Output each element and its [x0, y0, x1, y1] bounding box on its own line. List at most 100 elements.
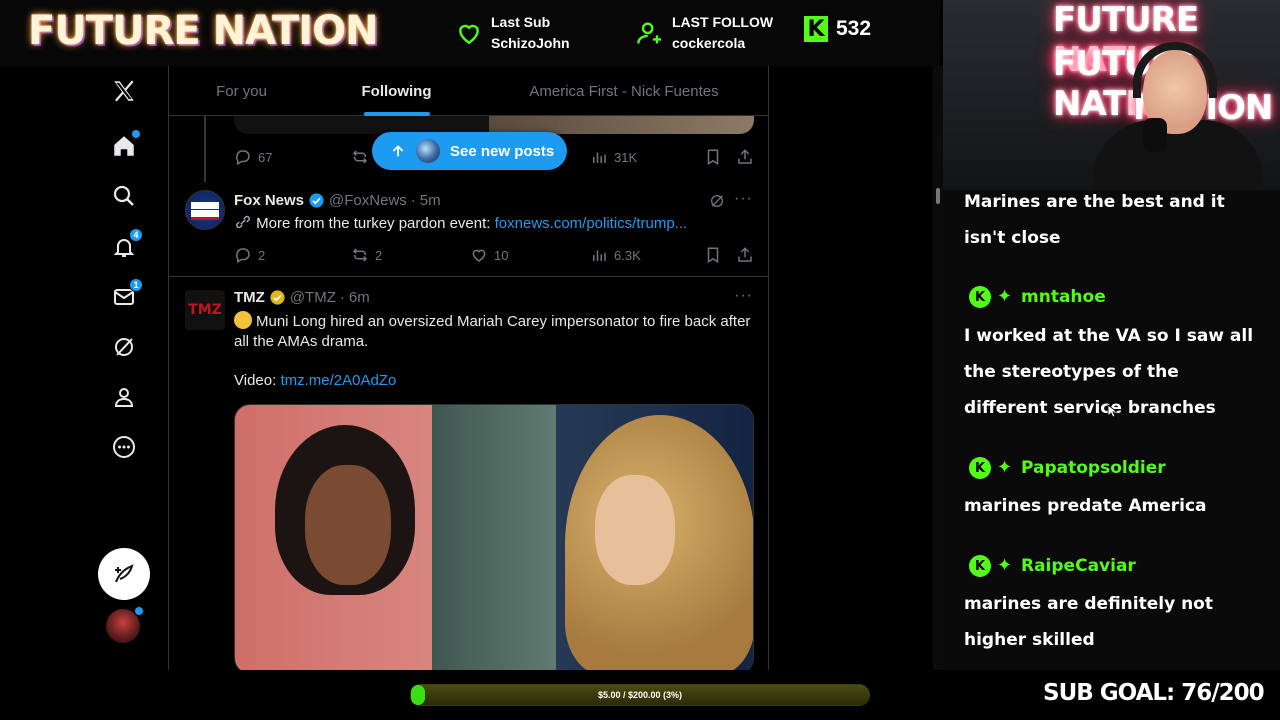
notifications-icon[interactable]: 4: [111, 228, 143, 260]
last-sub-name: SchizoJohn: [491, 35, 570, 51]
post-header: TMZ @TMZ · 6m: [234, 289, 370, 306]
author-handle[interactable]: @TMZ: [290, 289, 336, 306]
tmz-avatar[interactable]: TMZ: [185, 290, 225, 330]
kick-logo-icon: K: [804, 16, 828, 42]
post-divider: [169, 276, 768, 277]
reply-button[interactable]: 2: [234, 246, 265, 264]
last-follow-alert: LAST FOLLOW cockercola: [636, 12, 773, 54]
repost-icon: [352, 248, 368, 262]
bookmark-icon: [707, 247, 719, 264]
chat-message-text: marines predate America: [964, 496, 1207, 516]
new-posts-avatar: [414, 137, 442, 165]
link-icon: [236, 215, 250, 229]
see-new-posts-button[interactable]: See new posts: [372, 132, 567, 170]
like-count: 10: [494, 247, 509, 263]
sparkle-badge-icon: ✦: [997, 555, 1013, 576]
verified-gold-badge-icon: [270, 290, 285, 305]
scrollbar[interactable]: [933, 66, 943, 670]
repost-icon: [352, 150, 368, 164]
grok-explain-icon[interactable]: [709, 193, 725, 209]
messages-icon[interactable]: 1: [111, 278, 143, 310]
kick-badge-icon: K: [969, 286, 991, 308]
post-button[interactable]: [98, 548, 150, 600]
meta-separator: ·: [410, 192, 416, 209]
scrollbar-thumb[interactable]: [936, 188, 940, 204]
tab-following[interactable]: Following: [314, 66, 479, 116]
reply-count: 2: [258, 247, 266, 263]
repost-button[interactable]: 2: [351, 246, 382, 264]
chat-username[interactable]: Papatopsoldier: [1021, 458, 1166, 478]
grimace-emoji-icon: [234, 311, 252, 329]
webcam-feed: FUTURE NATION FUTURE NATION NATION: [943, 0, 1280, 190]
post-more-button[interactable]: ···: [734, 287, 753, 305]
meta-separator: ·: [339, 289, 345, 306]
post-text: Muni Long hired an oversized Mariah Care…: [234, 311, 754, 352]
tab-for-you[interactable]: For you: [169, 66, 314, 116]
arrow-up-icon: [392, 145, 404, 157]
search-icon[interactable]: [111, 183, 137, 209]
bookmark-icon: [707, 149, 719, 166]
donation-goal-bar: $5.00 / $200.00 (3%): [410, 684, 870, 706]
video-label: Video:: [234, 372, 281, 389]
kick-count-value: 532: [836, 17, 872, 40]
views-count: 31K: [614, 149, 638, 165]
heart-icon: [472, 249, 486, 262]
messages-badge: 1: [129, 278, 143, 292]
post-body: More from the turkey pardon event:: [256, 215, 495, 232]
views-count: 6.3K: [614, 247, 641, 263]
sub-goal-label: SUB GOAL: 76/200: [1043, 680, 1265, 706]
chat-username-row: K ✦ mntahoe: [969, 286, 1106, 308]
repost-button[interactable]: [351, 148, 369, 166]
reply-count: 67: [258, 149, 273, 165]
post-body: Muni Long hired an oversized Mariah Care…: [234, 313, 751, 350]
post-time[interactable]: 5m: [420, 192, 441, 209]
views-stat[interactable]: 31K: [590, 148, 637, 166]
chat-username[interactable]: RaipeCaviar: [1021, 556, 1136, 576]
chat-username[interactable]: mntahoe: [1021, 287, 1106, 307]
profile-icon[interactable]: [111, 384, 137, 410]
post-media-image[interactable]: [234, 404, 754, 670]
tab-america-first[interactable]: America First - Nick Fuentes: [479, 66, 768, 116]
timeline-tabs: For you Following America First - Nick F…: [169, 66, 768, 116]
post-link[interactable]: tmz.me/2A0AdZo: [280, 372, 396, 389]
kick-follower-counter: K 532: [804, 16, 871, 42]
repost-count: 2: [375, 247, 383, 263]
account-avatar[interactable]: [106, 609, 140, 643]
share-button[interactable]: [736, 148, 754, 166]
author-handle[interactable]: @FoxNews: [329, 192, 407, 209]
compose-icon: [115, 564, 134, 583]
views-icon: [593, 250, 606, 261]
like-button[interactable]: 10: [470, 246, 508, 264]
post-actions: 2 2 10 6.3K: [234, 246, 754, 266]
see-new-posts-label: See new posts: [450, 142, 555, 160]
kick-badge-icon: K: [969, 457, 991, 479]
post-time[interactable]: 6m: [349, 289, 370, 306]
author-name[interactable]: Fox News: [234, 192, 304, 209]
home-icon[interactable]: [111, 130, 140, 159]
x-right-column: [769, 66, 940, 670]
timeline: For you Following America First - Nick F…: [168, 66, 769, 670]
x-logo-icon[interactable]: [111, 78, 137, 104]
views-stat[interactable]: 6.3K: [590, 246, 641, 264]
post-more-button[interactable]: ···: [734, 190, 753, 208]
author-name[interactable]: TMZ: [234, 289, 265, 306]
stream-chat: Marines are the best and it isn't close …: [943, 190, 1280, 670]
stream-overlay: FUTURE NATION Last Sub SchizoJohn LAST F…: [0, 0, 1280, 720]
reply-button[interactable]: 67: [234, 148, 272, 166]
home-unread-dot: [132, 130, 140, 138]
chat-message-text: marines are definitely not higher skille…: [964, 594, 1213, 650]
reply-icon: [236, 248, 250, 264]
chat-username-row: K ✦ Papatopsoldier: [969, 457, 1166, 479]
grok-icon[interactable]: [111, 334, 137, 360]
share-icon: [738, 149, 752, 164]
views-icon: [593, 152, 606, 163]
thread-line: [204, 116, 206, 182]
bookmark-button[interactable]: [704, 246, 722, 264]
media-face-right: [595, 475, 675, 585]
share-button[interactable]: [736, 246, 754, 264]
foxnews-avatar[interactable]: [185, 190, 225, 230]
post-link[interactable]: foxnews.com/politics/trump...: [495, 215, 688, 232]
heart-icon: [459, 24, 479, 45]
bookmark-button[interactable]: [704, 148, 722, 166]
more-icon[interactable]: [111, 434, 137, 460]
